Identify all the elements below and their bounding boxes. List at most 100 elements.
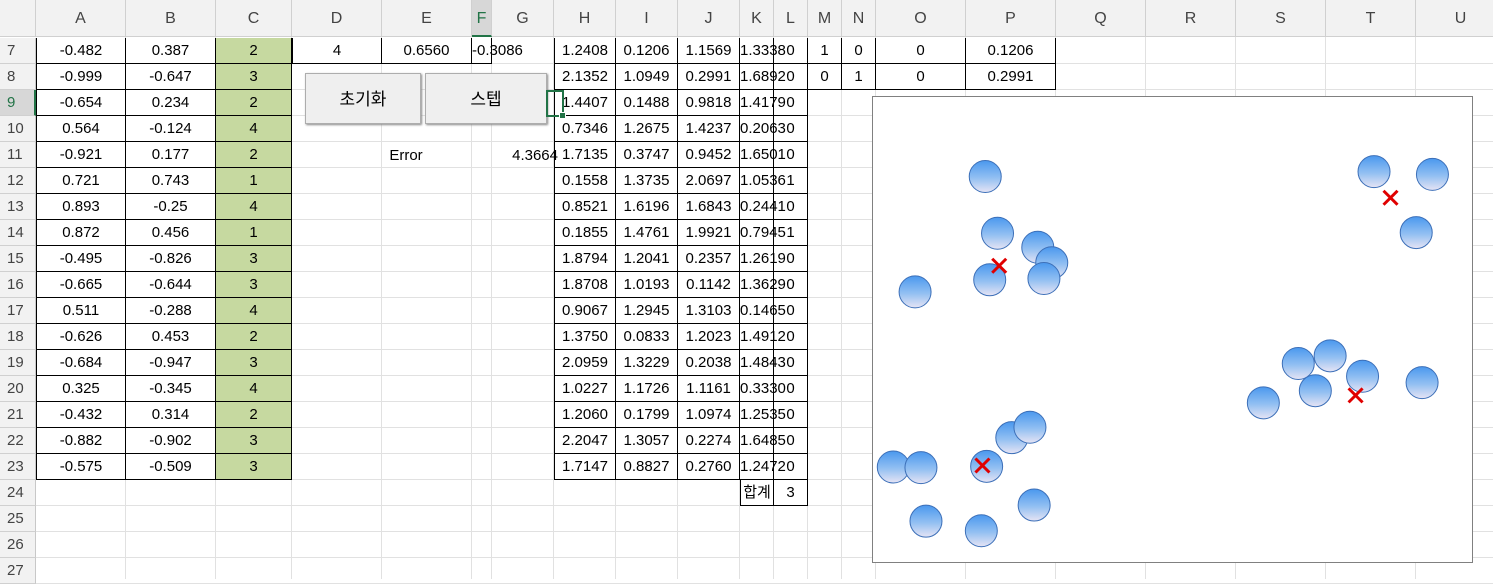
step-button[interactable]: 스텝 [425,73,547,124]
cell-p[interactable]: 0.1206 [966,38,1056,64]
cell-j[interactable]: 1.2023 [678,324,740,350]
cell-b[interactable]: -0.947 [126,350,216,376]
row-header-18[interactable]: 18 [0,324,36,350]
cell-j[interactable]: 1.0974 [678,402,740,428]
column-header-j[interactable]: J [678,0,740,37]
sum-label[interactable]: 합계 [740,480,774,506]
cell-i[interactable]: 1.4761 [616,220,678,246]
cell-l[interactable]: 0 [774,376,808,402]
cell-c[interactable]: 1 [216,168,292,194]
row-header-9[interactable]: 9 [0,90,36,116]
cell-k[interactable]: 1.6501 [740,142,786,168]
cell-c[interactable]: 1 [216,220,292,246]
cell-m[interactable]: 0 [808,64,842,90]
data-point[interactable] [1298,374,1332,408]
row-header-8[interactable]: 8 [0,64,36,90]
cell-k[interactable]: 1.0536 [740,168,786,194]
cell-l[interactable]: 0 [774,324,808,350]
cell-a[interactable]: -0.882 [36,428,126,454]
cell-b[interactable]: 0.177 [126,142,216,168]
cell-h[interactable]: 2.2047 [554,428,616,454]
column-header-q[interactable]: Q [1056,0,1146,37]
data-point[interactable] [968,160,1002,193]
cell-a[interactable]: -0.626 [36,324,126,350]
data-point[interactable] [1415,157,1449,191]
cell-h[interactable]: 1.3750 [554,324,616,350]
cell-l[interactable]: 0 [774,90,808,116]
cell-l[interactable]: 0 [774,272,808,298]
cell-l[interactable]: 0 [774,142,808,168]
cell-h[interactable]: 1.8708 [554,272,616,298]
cell-a[interactable]: -0.665 [36,272,126,298]
cell-h[interactable]: 1.8794 [554,246,616,272]
cell-b[interactable]: 0.387 [126,38,216,64]
init-button[interactable]: 초기화 [305,73,421,124]
column-header-k[interactable]: K [740,0,774,37]
row-header-16[interactable]: 16 [0,272,36,298]
cell-j[interactable]: 1.6843 [678,194,740,220]
cell-h[interactable]: 1.7147 [554,454,616,480]
cell-i[interactable]: 1.3057 [616,428,678,454]
cell-i[interactable]: 1.1726 [616,376,678,402]
cell-j[interactable]: 0.2357 [678,246,740,272]
column-header-m[interactable]: M [808,0,842,37]
data-point[interactable] [1313,339,1347,373]
row-header-27[interactable]: 27 [0,558,36,584]
column-header-o[interactable]: O [876,0,966,37]
cell-k[interactable]: 0.3330 [740,376,786,402]
cell-h[interactable]: 1.2060 [554,402,616,428]
column-header-h[interactable]: H [554,0,616,37]
cell-l[interactable]: 0 [774,454,808,480]
cell-c[interactable]: 2 [216,38,292,64]
cell-b[interactable]: 0.314 [126,402,216,428]
cell-d7[interactable]: 4 [292,38,382,64]
column-header-i[interactable]: I [616,0,678,37]
cell-i[interactable]: 1.2945 [616,298,678,324]
cell-i[interactable]: 0.3747 [616,142,678,168]
cell-l[interactable]: 0 [774,64,808,90]
row-header-20[interactable]: 20 [0,376,36,402]
row-header-12[interactable]: 12 [0,168,36,194]
cell-h[interactable]: 1.2408 [554,38,616,64]
cell-k[interactable]: 1.6892 [740,64,786,90]
data-point[interactable] [1399,216,1433,250]
cell-a[interactable]: 0.893 [36,194,126,220]
cell-a[interactable]: -0.495 [36,246,126,272]
cell-i[interactable]: 0.1799 [616,402,678,428]
data-point[interactable] [1346,359,1380,393]
data-point[interactable] [1281,347,1315,380]
cell-b[interactable]: -0.644 [126,272,216,298]
cell-l[interactable]: 0 [774,428,808,454]
cell-e7[interactable]: 0.6560 [382,38,472,64]
cell-a[interactable]: -0.482 [36,38,126,64]
cell-j[interactable]: 1.9921 [678,220,740,246]
centroid-marker[interactable] [1382,189,1399,206]
cell-h[interactable]: 0.9067 [554,298,616,324]
scatter-chart[interactable] [872,96,1473,563]
cell-c[interactable]: 2 [216,324,292,350]
cell-h[interactable]: 2.1352 [554,64,616,90]
cell-c[interactable]: 4 [216,376,292,402]
cell-c[interactable]: 4 [216,194,292,220]
data-point[interactable] [1013,410,1047,444]
cell-c[interactable]: 3 [216,454,292,480]
row-header-7[interactable]: 7 [0,38,36,64]
select-all-corner[interactable] [0,0,36,37]
cell-c[interactable]: 2 [216,402,292,428]
cell-n[interactable]: 0 [842,38,876,64]
cell-b[interactable]: 0.743 [126,168,216,194]
cell-a[interactable]: -0.432 [36,402,126,428]
row-header-21[interactable]: 21 [0,402,36,428]
cell-k[interactable]: 1.3338 [740,38,786,64]
cell-i[interactable]: 0.1206 [616,38,678,64]
cell-k[interactable]: 1.6485 [740,428,786,454]
cell-l[interactable]: 0 [774,194,808,220]
cell-m[interactable]: 1 [808,38,842,64]
cell-h[interactable]: 0.1855 [554,220,616,246]
cell-i[interactable]: 0.8827 [616,454,678,480]
cell-f7[interactable]: -0.3086 [472,38,523,64]
cell-k[interactable]: 0.2441 [740,194,786,220]
cell-a[interactable]: 0.721 [36,168,126,194]
column-header-c[interactable]: C [216,0,292,37]
cell-o[interactable]: 0 [876,64,966,90]
